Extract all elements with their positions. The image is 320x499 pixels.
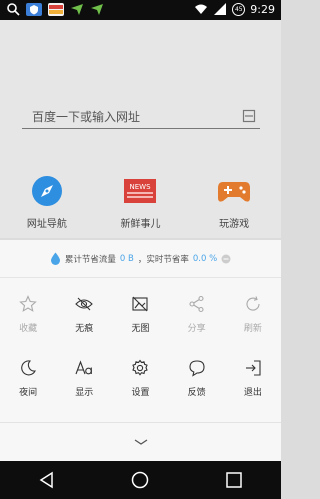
menu-night-mode-button[interactable]: 夜间 bbox=[0, 349, 56, 413]
shortcut-navigation[interactable]: 网址导航 bbox=[7, 173, 87, 230]
battery-indicator: 45 bbox=[232, 2, 246, 16]
menu-exit-button[interactable]: 退出 bbox=[225, 349, 281, 413]
signal-icon bbox=[214, 3, 227, 15]
menu-display-button[interactable]: 显示 bbox=[56, 349, 112, 413]
exit-icon bbox=[245, 360, 261, 376]
search-input[interactable]: 百度一下或输入网址 bbox=[22, 104, 260, 129]
shortcut-label: 网址导航 bbox=[26, 219, 67, 230]
feedback-icon bbox=[189, 360, 205, 377]
font-icon bbox=[75, 360, 93, 375]
lottery-icon bbox=[48, 2, 64, 16]
browser-menu-panel: 累计节省流量 0 B ，实时节省率 0.0 % 收藏 无痕 无图 分享 刷新 夜… bbox=[0, 240, 281, 461]
menu-no-image-button[interactable]: 无图 bbox=[112, 285, 168, 349]
menu-label: 夜间 bbox=[19, 388, 38, 398]
menu-label: 收藏 bbox=[19, 324, 38, 334]
clock: 9:29 bbox=[250, 2, 275, 16]
recents-icon[interactable] bbox=[224, 470, 244, 490]
menu-label: 退出 bbox=[243, 388, 262, 398]
status-bar: 45 9:29 bbox=[0, 0, 281, 20]
menu-label: 设置 bbox=[131, 388, 150, 398]
shortcut-news[interactable]: NEWS 新鲜事儿 bbox=[100, 173, 180, 230]
data-saving-prefix: 累计节省流量 bbox=[64, 254, 116, 265]
menu-label: 反馈 bbox=[187, 388, 206, 398]
menu-share-button[interactable]: 分享 bbox=[169, 285, 225, 349]
menu-refresh-button[interactable]: 刷新 bbox=[225, 285, 281, 349]
data-saving-row: 累计节省流量 0 B ，实时节省率 0.0 % bbox=[0, 240, 281, 278]
moon-icon bbox=[21, 360, 37, 376]
menu-incognito-button[interactable]: 无痕 bbox=[56, 285, 112, 349]
refresh-icon bbox=[246, 296, 260, 311]
menu-settings-button[interactable]: 设置 bbox=[112, 349, 168, 413]
send-icon bbox=[71, 4, 83, 15]
incognito-eye-icon bbox=[75, 297, 94, 311]
menu-grid: 收藏 无痕 无图 分享 刷新 夜间 显示 设置 反馈 退出 bbox=[0, 285, 281, 413]
menu-label: 显示 bbox=[75, 388, 94, 398]
wifi-icon bbox=[195, 4, 208, 14]
system-nav-bar bbox=[0, 461, 281, 499]
share-icon bbox=[189, 295, 204, 313]
back-icon[interactable] bbox=[37, 470, 57, 490]
menu-label: 刷新 bbox=[243, 324, 262, 334]
menu-feedback-button[interactable]: 反馈 bbox=[169, 349, 225, 413]
menu-label: 无痕 bbox=[75, 324, 94, 334]
gamepad-icon bbox=[216, 173, 252, 209]
news-badge: NEWS bbox=[130, 183, 152, 191]
data-saved-amount: 0 B bbox=[119, 253, 134, 264]
menu-label: 无图 bbox=[131, 324, 150, 334]
water-drop-icon bbox=[50, 252, 60, 265]
collapse-menu-button[interactable] bbox=[0, 430, 281, 454]
shortcut-games[interactable]: 玩游戏 bbox=[194, 173, 274, 230]
compass-icon bbox=[29, 173, 65, 209]
send-icon bbox=[91, 4, 103, 15]
shortcut-grid: 网址导航 NEWS 新鲜事儿 玩游戏 bbox=[0, 173, 281, 230]
menu-divider bbox=[0, 422, 281, 423]
shortcut-label: 玩游戏 bbox=[219, 219, 250, 230]
menu-label: 分享 bbox=[187, 324, 206, 334]
chevron-down-icon bbox=[134, 439, 147, 445]
gear-icon bbox=[132, 359, 149, 376]
info-icon[interactable] bbox=[221, 254, 231, 264]
menu-row-2: 夜间 显示 设置 反馈 退出 bbox=[0, 349, 281, 413]
search-placeholder: 百度一下或输入网址 bbox=[32, 109, 141, 124]
news-icon: NEWS bbox=[122, 173, 158, 209]
menu-row-1: 收藏 无痕 无图 分享 刷新 bbox=[0, 285, 281, 349]
home-icon[interactable] bbox=[130, 470, 150, 490]
shortcut-label: 新鲜事儿 bbox=[120, 219, 161, 230]
no-image-icon bbox=[132, 296, 149, 312]
shield-icon bbox=[26, 2, 42, 16]
star-icon bbox=[19, 295, 37, 312]
scan-icon[interactable] bbox=[242, 109, 256, 123]
menu-bookmark-button[interactable]: 收藏 bbox=[0, 285, 56, 349]
data-saving-rate: 0.0 % bbox=[192, 253, 218, 264]
data-saving-middle: ，实时节省率 bbox=[137, 254, 189, 265]
search-icon bbox=[7, 3, 20, 16]
